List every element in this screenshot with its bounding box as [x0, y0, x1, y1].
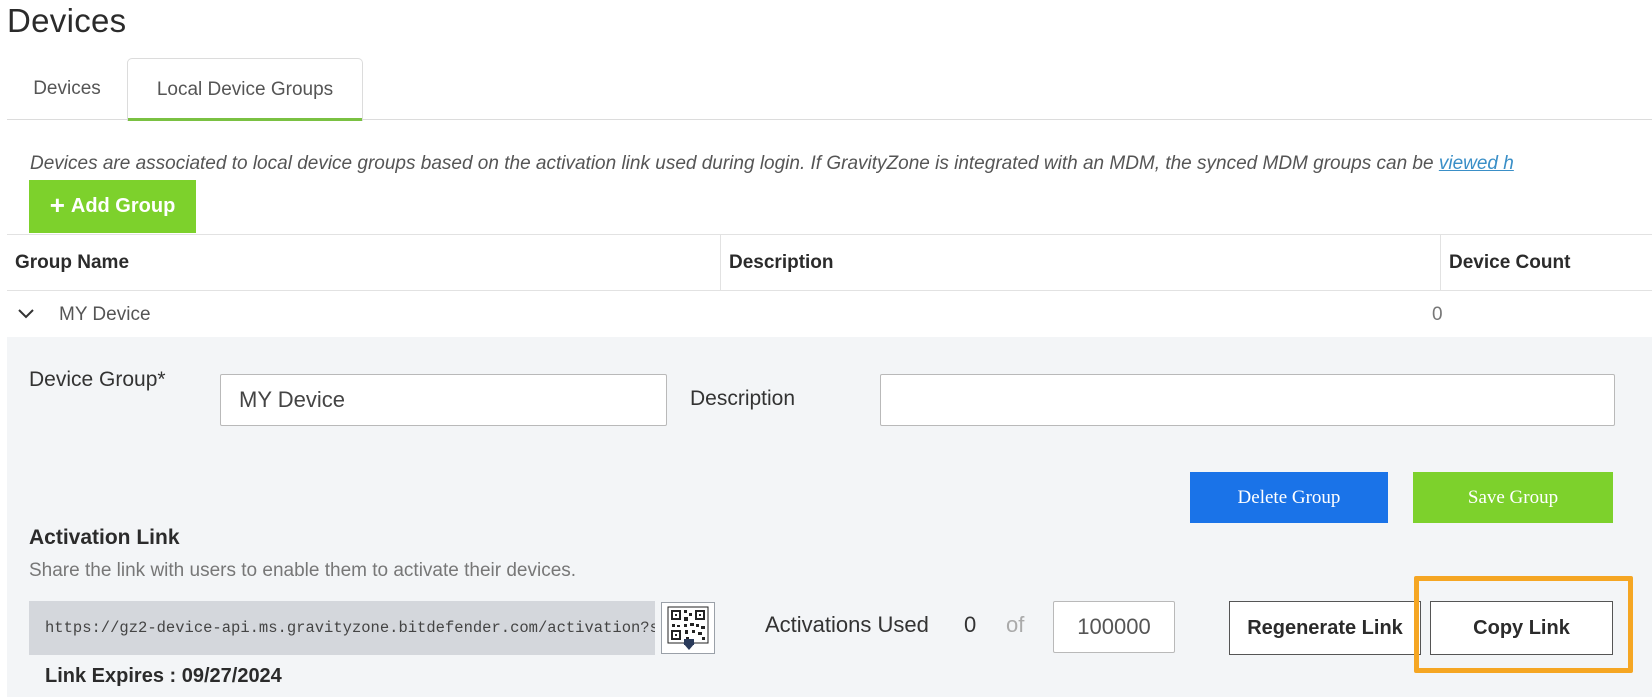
- tab-devices[interactable]: Devices: [7, 58, 127, 120]
- save-group-button[interactable]: Save Group: [1413, 472, 1613, 523]
- activations-max-input[interactable]: [1053, 601, 1175, 653]
- copy-link-button[interactable]: Copy Link: [1430, 601, 1613, 655]
- regenerate-link-button[interactable]: Regenerate Link: [1229, 601, 1421, 655]
- add-group-button[interactable]: + Add Group: [29, 180, 196, 233]
- device-group-label: Device Group*: [29, 368, 166, 391]
- add-group-label: Add Group: [70, 195, 176, 217]
- activations-of-label: of: [1006, 612, 1025, 637]
- activations-used-label: Activations Used: [765, 612, 929, 637]
- column-header-group-name[interactable]: Group Name: [7, 235, 720, 291]
- description-input[interactable]: [880, 374, 1615, 426]
- plus-icon: +: [49, 190, 65, 220]
- qr-code-download-icon: [667, 606, 709, 650]
- tab-local-device-groups[interactable]: Local Device Groups: [127, 58, 363, 121]
- column-header-description[interactable]: Description: [720, 235, 1440, 291]
- description-label: Description: [690, 387, 796, 410]
- tab-bar: Devices Local Device Groups: [7, 58, 1652, 121]
- activation-link-title: Activation Link: [29, 526, 180, 549]
- viewed-here-link[interactable]: viewed h: [1439, 153, 1514, 174]
- device-group-input[interactable]: [220, 374, 667, 426]
- chevron-down-icon[interactable]: [17, 305, 35, 323]
- table-header: Group Name Description Device Count: [7, 234, 1652, 291]
- activations-used-count: 0: [964, 612, 977, 637]
- activation-link-field[interactable]: https://gz2-device-api.ms.gravityzone.bi…: [29, 601, 655, 655]
- column-header-device-count[interactable]: Device Count: [1440, 235, 1652, 291]
- row-device-count: 0: [1432, 304, 1443, 325]
- info-text-body: Devices are associated to local device g…: [30, 153, 1439, 174]
- delete-group-button[interactable]: Delete Group: [1190, 472, 1388, 523]
- page-title: Devices: [7, 2, 127, 39]
- qr-code-download-button[interactable]: [661, 602, 715, 654]
- activation-link-description: Share the link with users to enable them…: [29, 560, 577, 581]
- row-group-name: MY Device: [59, 304, 151, 325]
- link-expires-text: Link Expires : 09/27/2024: [45, 665, 282, 687]
- info-text: Devices are associated to local device g…: [30, 153, 1514, 175]
- table-row[interactable]: MY Device 0: [7, 292, 1652, 338]
